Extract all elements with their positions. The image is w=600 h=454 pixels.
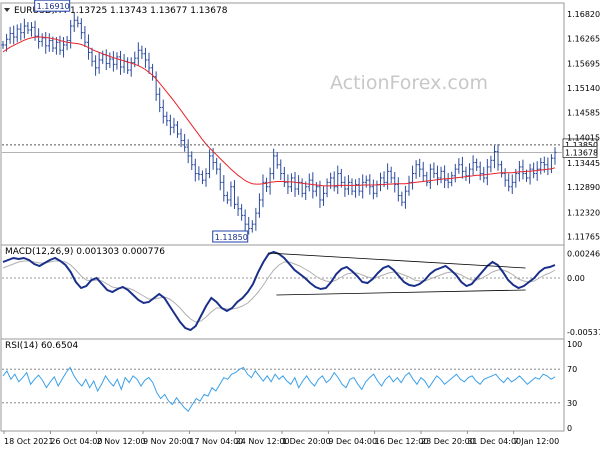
time-axis-tick-label: 9 Nov 20:00: [143, 437, 192, 446]
macd-axis-tick-label: 0.00: [567, 274, 585, 283]
macd-title: MACD(12,26,9) 0.001303 0.000776: [5, 247, 165, 257]
rsi-axis-tick-label: 0: [567, 424, 572, 433]
watermark: ActionForex.com: [330, 72, 488, 94]
price-axis-tick-label: 1.12320: [567, 208, 600, 217]
chart-background: [0, 0, 600, 450]
annotation-label: 1.16910: [37, 2, 70, 11]
time-axis-tick-label: 26 Oct 04:00: [50, 437, 102, 446]
price-axis-tick-label: 1.12890: [567, 183, 600, 192]
price-axis-tick-label: 1.11765: [567, 233, 600, 242]
macd-axis-tick-label: 0.002469: [567, 249, 600, 258]
rsi-axis-tick-label: 30: [567, 399, 577, 408]
time-axis-tick-label: 1 Dec 20:00: [282, 437, 331, 446]
price-axis-tick-label: 1.15695: [567, 60, 600, 69]
annotation-label: 1.11850: [215, 233, 248, 242]
price-axis-tick-label: 1.13445: [567, 159, 600, 168]
price-axis-tick-label: 1.14015: [567, 134, 600, 143]
rsi-title: RSI(14) 60.6504: [5, 341, 78, 351]
price-tag-label: 1.13678: [565, 148, 598, 157]
high-annotation: 1.16910: [34, 0, 71, 12]
low-annotation: 1.11850: [212, 230, 249, 243]
current-price-tag: 1.13678: [562, 146, 598, 158]
rsi-axis-tick-label: 70: [567, 365, 577, 374]
time-axis-tick-label: 7 Jan 12:00: [514, 437, 560, 446]
time-axis-tick-label: 18 Oct 2021: [4, 437, 53, 446]
rsi-axis-tick-label: 100: [567, 340, 582, 349]
forex-chart: ActionForex.com EURUSD,H4 1.13725 1.1374…: [0, 0, 600, 450]
macd-axis-tick-label: -0.005375: [567, 328, 600, 337]
time-axis-tick-label: 2 Nov 12:00: [97, 437, 146, 446]
time-axis-tick-label: 9 Dec 04:00: [328, 437, 377, 446]
price-axis-tick-label: 1.16265: [567, 35, 600, 44]
chart-canvas: ActionForex.com EURUSD,H4 1.13725 1.1374…: [0, 0, 600, 450]
price-axis-tick-label: 1.16820: [567, 10, 600, 19]
price-axis-tick-label: 1.14585: [567, 109, 600, 118]
price-axis-tick-label: 1.15140: [567, 84, 600, 93]
